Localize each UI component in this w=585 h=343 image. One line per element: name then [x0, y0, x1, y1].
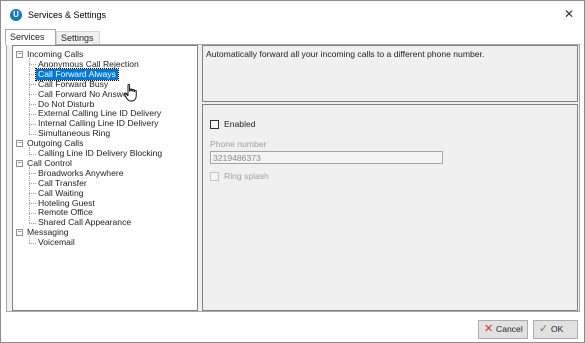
- tree-collapse-icon[interactable]: −: [16, 140, 23, 148]
- service-settings-box: Enabled Phone number Ring splash: [202, 104, 578, 311]
- check-icon: ✓: [539, 323, 549, 335]
- tree-connector: [29, 173, 36, 175]
- ring-splash-label: Ring splash: [224, 171, 269, 181]
- tree-connector: [29, 236, 30, 243]
- cancel-label: Cancel: [496, 324, 523, 334]
- tree-collapse-icon[interactable]: −: [16, 159, 23, 167]
- tree-connector: [29, 153, 36, 155]
- tree-connector: [29, 147, 30, 154]
- tree-connector: [29, 222, 36, 224]
- tree-connector: [29, 212, 36, 214]
- tree-connector: [29, 84, 36, 86]
- ring-splash-checkbox[interactable]: [210, 172, 219, 181]
- tree-connector: [29, 193, 36, 195]
- ok-button[interactable]: ✓ OK: [533, 320, 578, 339]
- close-button[interactable]: ✕: [560, 5, 578, 23]
- app-logo-icon: U: [10, 9, 22, 21]
- phone-number-label: Phone number: [210, 139, 267, 149]
- phone-number-field[interactable]: [210, 151, 443, 164]
- tree-connector: [29, 104, 36, 105]
- enabled-checkbox[interactable]: [210, 120, 219, 129]
- cancel-button[interactable]: ✕ Cancel: [478, 320, 528, 339]
- tree-connector: [29, 74, 36, 76]
- tree-connector: [29, 166, 30, 223]
- tab-settings[interactable]: Settings: [56, 31, 100, 45]
- tree-connector: [29, 183, 36, 185]
- tree-connector: [29, 123, 36, 125]
- tree-connector: [29, 94, 36, 96]
- ok-label: OK: [551, 324, 564, 334]
- tree-connector: [29, 133, 36, 135]
- window-title: Services & Settings: [28, 10, 107, 20]
- title-bar: U Services & Settings ✕: [1, 1, 584, 28]
- tree-connector: [29, 113, 36, 115]
- tab-services[interactable]: Services: [5, 29, 56, 45]
- service-description: Automatically forward all your incoming …: [206, 49, 485, 59]
- tree-connector: [29, 242, 36, 244]
- tree-connector: [29, 64, 36, 66]
- tree-collapse-icon[interactable]: −: [16, 229, 23, 237]
- tree-connector: [29, 203, 36, 204]
- tree-collapse-icon[interactable]: −: [16, 51, 23, 58]
- service-description-box: Automatically forward all your incoming …: [202, 45, 578, 102]
- close-icon: ✕: [484, 323, 494, 335]
- services-settings-dialog: U Services & Settings ✕ Services Setting…: [0, 0, 585, 343]
- enabled-label: Enabled: [224, 119, 256, 129]
- tree-connector: [29, 58, 30, 134]
- services-tree[interactable]: − Incoming Calls Anonymous Call Rejection C…: [12, 45, 198, 311]
- tree-item[interactable]: Voicemail: [38, 237, 75, 248]
- hand-pointer-cursor-icon: [124, 84, 137, 102]
